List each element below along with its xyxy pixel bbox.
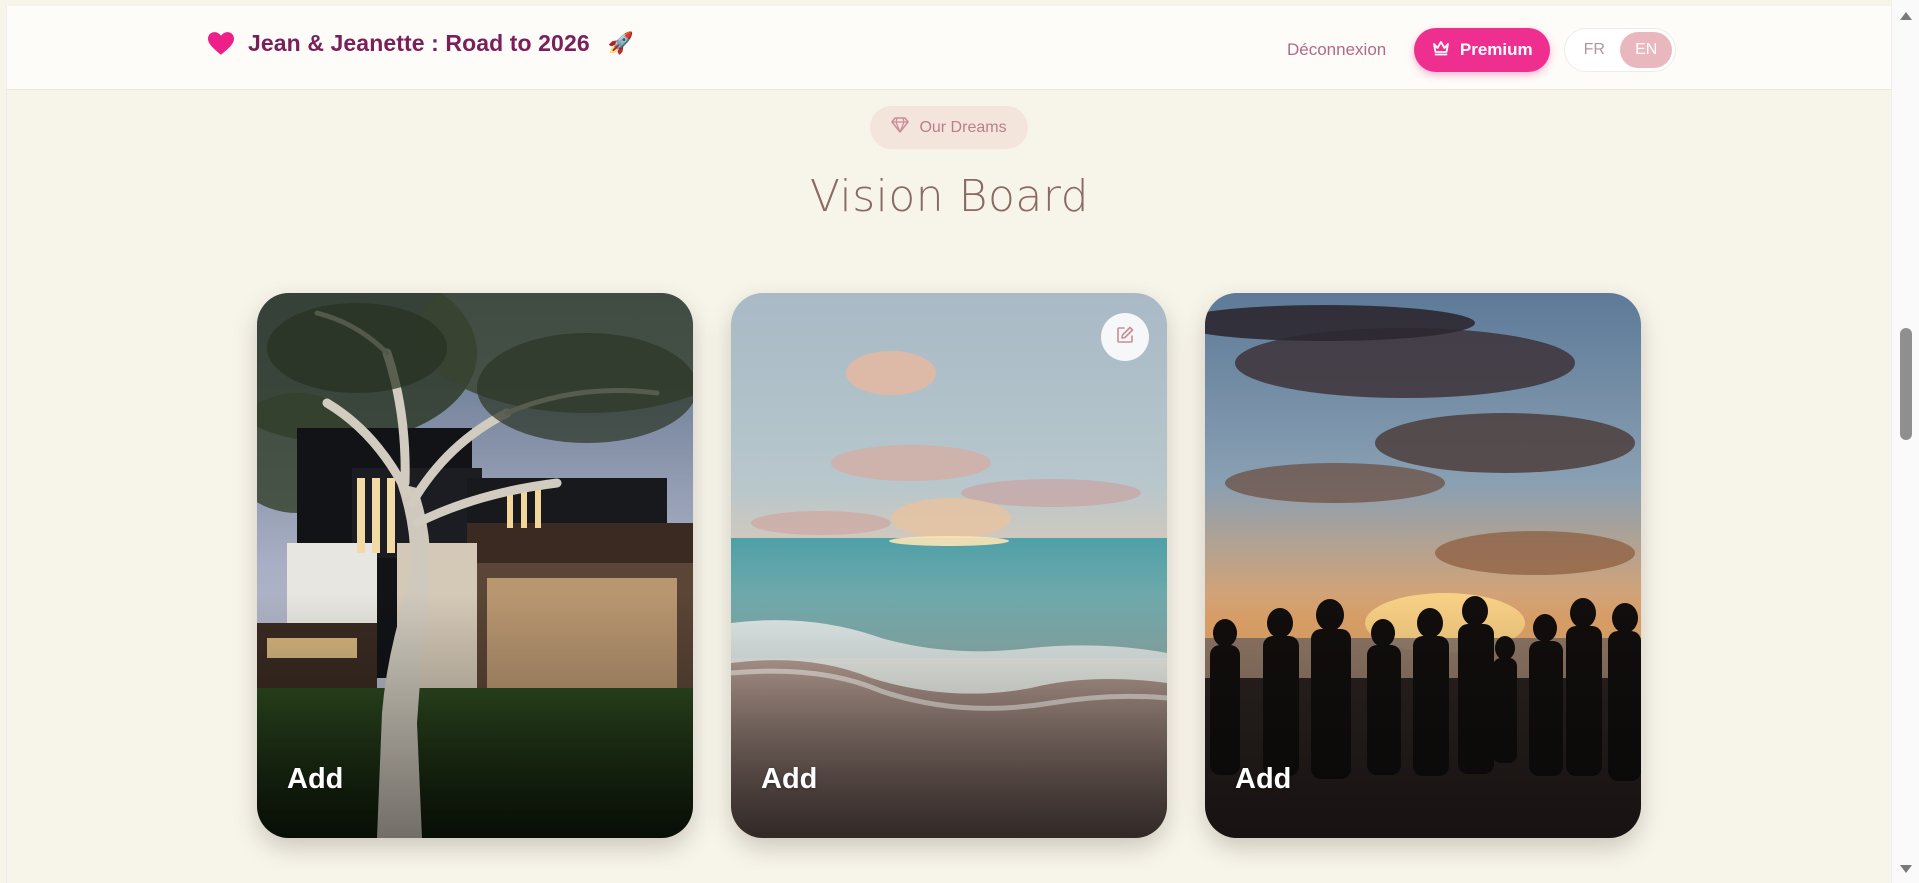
rocket-emoji: 🚀 — [607, 31, 634, 55]
page: Jean & Jeanette : Road to 2026 🚀 Déconne… — [6, 6, 1891, 883]
lang-option-fr[interactable]: FR — [1568, 32, 1620, 68]
premium-label: Premium — [1459, 40, 1533, 59]
card-label: Add — [761, 763, 818, 795]
vision-card-house[interactable]: Add — [257, 293, 693, 838]
page-scrollbar[interactable] — [1891, 0, 1919, 883]
scroll-down-arrow-icon[interactable] — [1900, 865, 1912, 873]
section-title-text: Vision Board — [809, 171, 1090, 222]
logout-link[interactable]: Déconnexion — [1287, 40, 1386, 60]
top-navbar: Jean & Jeanette : Road to 2026 🚀 Déconne… — [7, 6, 1891, 90]
scrollbar-thumb[interactable] — [1900, 328, 1912, 440]
card-shade — [731, 593, 1167, 838]
card-label: Add — [287, 763, 344, 795]
premium-button[interactable]: Premium — [1414, 28, 1551, 72]
scroll-up-arrow-icon[interactable] — [1900, 12, 1912, 20]
app-title: Jean & Jeanette : Road to 2026 — [248, 30, 590, 56]
heart-icon — [208, 31, 234, 57]
diamond-icon — [891, 117, 910, 138]
card-shade — [1205, 593, 1641, 838]
nav-actions: Déconnexion Premium FR EN — [1287, 26, 1677, 74]
vision-card-beach[interactable]: Add — [731, 293, 1167, 838]
card-label: Add — [1235, 763, 1292, 795]
viewport: Jean & Jeanette : Road to 2026 🚀 Déconne… — [0, 0, 1891, 883]
card-shade — [257, 593, 693, 838]
crown-icon — [1432, 40, 1450, 61]
section-title: Vision Board — [7, 171, 1891, 222]
section-badge: Our Dreams — [870, 106, 1028, 149]
edit-icon — [1115, 325, 1135, 350]
language-switcher: FR EN — [1564, 28, 1677, 72]
section-badge-label: Our Dreams — [919, 118, 1007, 136]
lang-option-en[interactable]: EN — [1620, 32, 1673, 68]
brand[interactable]: Jean & Jeanette : Road to 2026 🚀 — [208, 30, 634, 57]
edit-button[interactable] — [1101, 313, 1149, 361]
vision-card-family[interactable]: Add — [1205, 293, 1641, 838]
